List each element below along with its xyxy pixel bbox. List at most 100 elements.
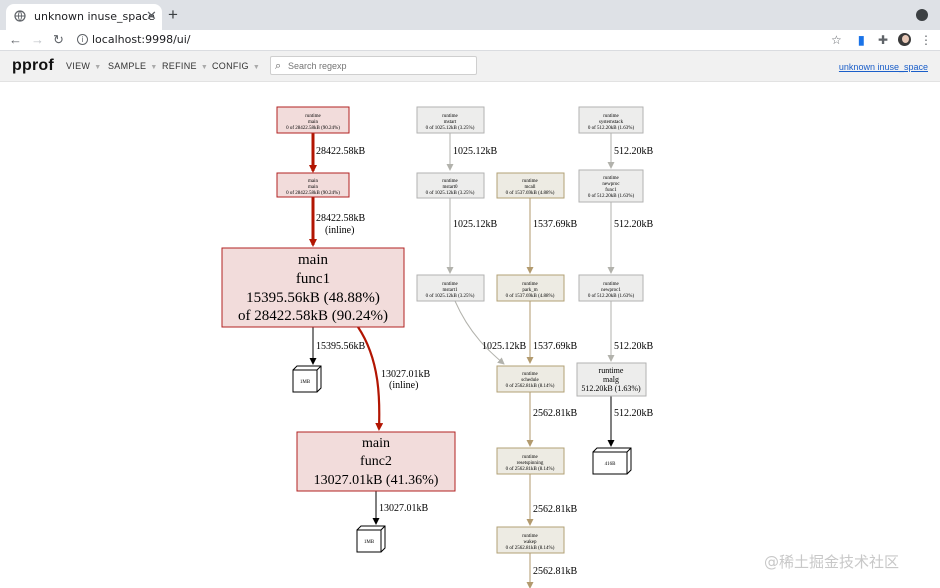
browser-tab[interactable]: unknown inuse_space ✕ [6,4,162,30]
browser-toolbar: ← → ↻ i localhost:9998/ui/ ☆ ▮ ✚ ⋮ [0,30,940,51]
edge-newproc1-malg[interactable]: 512.20kB [607,301,654,362]
node-runtime-mstart[interactable]: runtime mstart 0 of 1025.12kB (3.25%) [416,106,485,134]
edge-newproc-newproc1[interactable]: 512.20kB [607,202,654,274]
extension-icon[interactable]: ▮ [858,32,865,48]
node-label: park_m [522,288,537,293]
address-bar[interactable]: localhost:9998/ui/ [92,33,191,46]
new-tab-button[interactable]: + [168,5,178,25]
tab-search-icon[interactable] [916,9,928,21]
edge-label: 15395.56kB [316,341,366,352]
node-label: main [308,185,318,190]
avatar[interactable] [898,33,911,46]
node-label: 512.20kB (1.63%) [581,384,641,393]
node-label: 0 of 1025.12kB (3.25%) [426,191,475,196]
menu-config[interactable]: CONFIG ▼ [212,61,260,71]
node-label: schedule [521,378,539,383]
leaf-box-func2[interactable]: 1MB [356,525,386,553]
node-main-main[interactable]: main main 0 of 28422.58kB (90.24%) [276,172,350,198]
edge-mstart1-schedule[interactable]: 1025.12kB [454,300,527,365]
edge-label: 512.20kB [614,146,654,157]
edge-reset-wakep[interactable]: 2562.81kB [526,474,578,526]
node-runtime-systemstack[interactable]: runtime systemstack 0 of 512.20kB (1.63%… [578,106,644,134]
node-label: runtime [522,455,538,460]
puzzle-icon[interactable]: ✚ [878,32,888,48]
node-label: 0 of 1537.69kB (4.88%) [506,191,555,196]
node-runtime-wakep[interactable]: runtime wakep 0 of 2562.81kB (8.14%) [496,526,565,554]
leaf-label: 416B [605,462,617,467]
edge-func1-leaf[interactable]: 15395.56kB [309,327,366,365]
edge-func1-func2[interactable]: 13027.01kB (inline) [357,326,431,431]
leaf-box-func1[interactable]: 1MB [292,365,322,393]
menu-refine[interactable]: REFINE ▼ [162,61,208,71]
node-label: runtime [603,282,619,287]
edge-mstart-mstart0[interactable]: 1025.12kB [446,133,498,171]
site-info-icon[interactable]: i [77,34,88,45]
edge-label: 1537.69kB [533,219,578,230]
edge-rtmain-main[interactable]: 28422.58kB [309,133,366,173]
edge-wakep-out[interactable]: 2562.81kB [526,553,578,588]
edge-parkm-schedule[interactable]: 1537.69kB [526,301,578,364]
node-main-func1[interactable]: main func1 15395.56kB (48.88%) of 28422.… [221,247,405,328]
node-runtime-schedule[interactable]: runtime schedule 0 of 2562.81kB (8.14%) [496,365,565,393]
edge-label: 1025.12kB [453,146,498,157]
graph-nodes: runtime main 0 of 28422.58kB (90.24%) ma… [221,106,647,554]
node-label: runtime [442,179,458,184]
node-label: 0 of 28422.58kB (90.24%) [286,191,340,196]
node-label: resetspinning [517,461,544,466]
search-icon: ⌕ [275,60,282,72]
node-label: runtime [599,366,624,375]
node-runtime-newproc-func1[interactable]: runtime newproc func1 0 of 512.20kB (1.6… [578,169,644,203]
node-runtime-mcall[interactable]: runtime mcall 0 of 1537.69kB (4.88%) [496,172,565,199]
menu-sample[interactable]: SAMPLE ▼ [108,61,158,71]
node-label: func1 [605,188,617,193]
edge-main-func1[interactable]: 28422.58kB (inline) [309,197,366,247]
node-label: 0 of 1537.69kB (4.88%) [506,294,555,299]
reload-icon[interactable]: ↻ [53,32,64,48]
edge-mstart0-mstart1[interactable]: 1025.12kB [446,198,498,274]
node-label: newproc [602,182,620,187]
node-label: mstart1 [443,288,458,293]
edge-sys-newproc[interactable]: 512.20kB [607,133,654,169]
edge-label: (inline) [389,380,418,391]
edge-label: 2562.81kB [533,504,578,515]
chevron-down-icon: ▼ [150,64,158,71]
edge-mcall-parkm[interactable]: 1537.69kB [526,198,578,274]
search-box: ⌕ [270,56,477,75]
node-label: 0 of 512.20kB (1.63%) [588,194,635,199]
node-label: of 28422.58kB (90.24%) [238,308,388,324]
node-label: runtime [442,114,458,119]
menu-view[interactable]: VIEW ▼ [66,61,101,71]
bookmark-star-icon[interactable]: ☆ [831,32,842,48]
node-runtime-resetspinning[interactable]: runtime resetspinning 0 of 2562.81kB (8.… [496,447,565,475]
leaf-box-malg[interactable]: 416B [592,447,632,475]
search-input[interactable] [288,59,468,72]
watermark: @稀土掘金技术社区 [764,553,900,571]
node-label: runtime [442,282,458,287]
edge-schedule-reset[interactable]: 2562.81kB [526,392,578,447]
node-runtime-main[interactable]: runtime main 0 of 28422.58kB (90.24%) [276,106,350,134]
node-main-func2[interactable]: main func2 13027.01kB (41.36%) [296,431,456,492]
node-runtime-mstart1[interactable]: runtime mstart1 0 of 1025.12kB (3.25%) [416,274,485,302]
leaf-label: 1MB [300,380,311,385]
edge-label: 1025.12kB [482,341,527,352]
globe-icon [14,10,26,22]
node-label: runtime [522,179,538,184]
more-menu-icon[interactable]: ⋮ [920,32,932,48]
profile-name-link[interactable]: unknown inuse_space [839,62,928,72]
edge-label: 2562.81kB [533,566,578,577]
node-runtime-newproc1[interactable]: runtime newproc1 0 of 512.20kB (1.63%) [578,274,644,302]
edge-malg-leaf[interactable]: 512.20kB [607,396,654,447]
edge-label: 2562.81kB [533,408,578,419]
close-tab-icon[interactable]: ✕ [146,8,157,24]
chevron-down-icon: ▼ [252,64,261,71]
node-label: malg [603,375,619,384]
forward-icon[interactable]: → [31,32,44,48]
node-label: mcall [524,185,536,190]
node-label: func2 [360,454,392,469]
node-runtime-malg[interactable]: runtime malg 512.20kB (1.63%) [576,362,647,397]
node-runtime-park-m[interactable]: runtime park_m 0 of 1537.69kB (4.88%) [496,274,565,302]
back-icon[interactable]: ← [9,32,22,48]
edge-func2-leaf[interactable]: 13027.01kB [372,491,429,525]
edge-label: 28422.58kB [316,213,366,224]
node-runtime-mstart0[interactable]: runtime mstart0 0 of 1025.12kB (3.25%) [416,172,485,199]
